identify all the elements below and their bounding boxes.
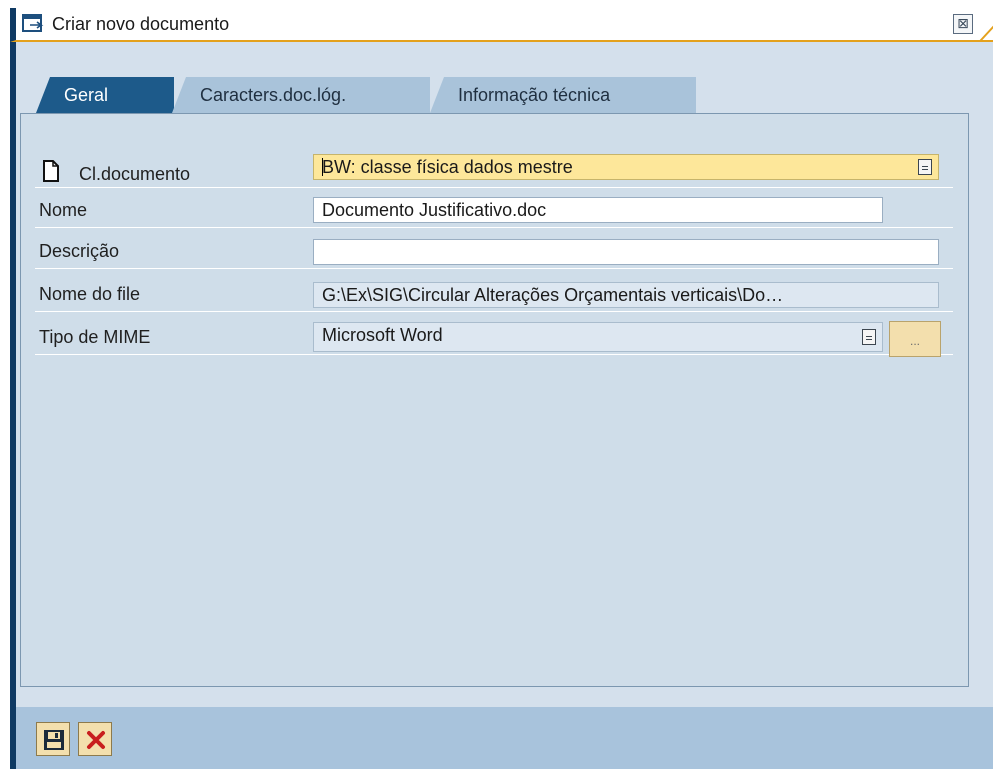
nome-label: Nome bbox=[39, 200, 88, 220]
tab-label: Caracters.doc.lóg. bbox=[200, 85, 347, 105]
tab-label: Geral bbox=[64, 85, 109, 105]
save-icon bbox=[44, 730, 64, 750]
cl-documento-field[interactable]: BW: classe física dados mestre bbox=[313, 154, 939, 180]
descricao-label: Descrição bbox=[39, 241, 120, 261]
cancel-button[interactable] bbox=[78, 722, 112, 756]
nome-do-file-label: Nome do file bbox=[39, 284, 141, 304]
tipo-de-mime-field[interactable]: Microsoft Word bbox=[313, 322, 883, 352]
tab-caracters-doc-log[interactable]: Caracters.doc.lóg. bbox=[172, 77, 430, 113]
window-icon bbox=[22, 14, 44, 32]
save-button[interactable] bbox=[36, 722, 70, 756]
tab-content-panel: Cl.documento BW: classe física dados mes… bbox=[20, 113, 969, 687]
tab-informacao-tecnica[interactable]: Informação técnica bbox=[430, 77, 696, 113]
nome-do-file-value: G:\Ex\SIG\Circular Alterações Orçamentai… bbox=[322, 285, 784, 305]
window-title-bar: Criar novo documento ⊠ bbox=[10, 8, 993, 42]
cancel-icon bbox=[87, 731, 105, 749]
nome-do-file-field: G:\Ex\SIG\Circular Alterações Orçamentai… bbox=[313, 282, 939, 308]
window-title: Criar novo documento bbox=[52, 14, 230, 34]
value-help-icon[interactable] bbox=[862, 329, 876, 345]
document-icon bbox=[43, 160, 59, 182]
tab-geral[interactable]: Geral bbox=[36, 77, 174, 113]
value-help-icon[interactable] bbox=[918, 159, 932, 175]
descricao-input[interactable] bbox=[313, 239, 939, 265]
tipo-de-mime-value: Microsoft Word bbox=[322, 325, 443, 345]
cl-documento-value: BW: classe física dados mestre bbox=[322, 157, 573, 177]
cl-documento-label: Cl.documento bbox=[79, 164, 191, 184]
tipo-de-mime-label: Tipo de MIME bbox=[39, 327, 151, 347]
nome-value: Documento Justificativo.doc bbox=[322, 200, 547, 220]
browse-button-label: ... bbox=[909, 334, 920, 348]
nome-input[interactable]: Documento Justificativo.doc bbox=[313, 197, 883, 223]
application-toolbar bbox=[10, 707, 993, 769]
text-cursor bbox=[322, 158, 323, 176]
tab-label: Informação técnica bbox=[458, 85, 611, 105]
mime-type-browse-button[interactable]: ... bbox=[889, 321, 941, 357]
